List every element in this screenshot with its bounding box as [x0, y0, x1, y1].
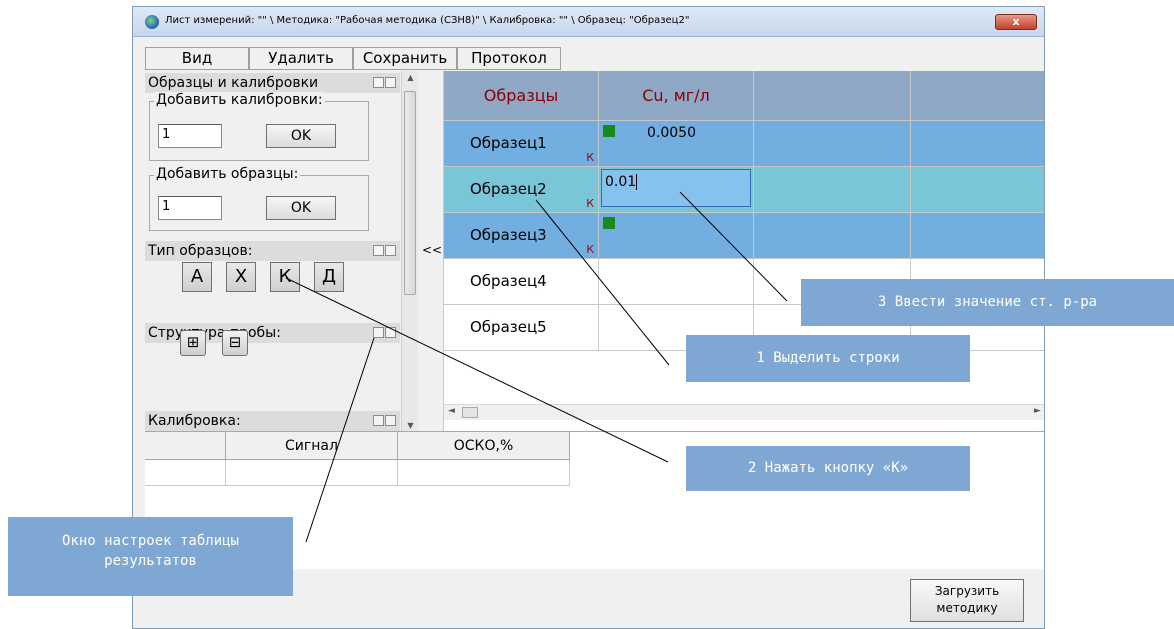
settings-panel: Образцы и калибровки Добавить калибровки… — [145, 71, 400, 434]
app-icon — [145, 15, 159, 29]
table-cell[interactable] — [911, 167, 1044, 213]
structure-section-title: Структура пробы: — [148, 325, 281, 341]
minimize-icon[interactable] — [373, 327, 384, 338]
samples-section-header: Образцы и калибровки — [145, 73, 400, 93]
close-icon[interactable] — [385, 327, 396, 338]
expand-icon[interactable]: ⊞ — [180, 330, 206, 356]
table-cell[interactable] — [911, 121, 1044, 167]
menu-view[interactable]: Вид — [145, 47, 249, 70]
title-bar[interactable]: Лист измерений: "" \ Методика: "Рабочая … — [133, 7, 1044, 37]
sample-name: Образец2 — [470, 180, 547, 198]
control-sample-mark: К — [586, 151, 594, 164]
menu-delete[interactable]: Удалить — [249, 47, 353, 70]
minimize-icon[interactable] — [373, 415, 384, 426]
col-header-osko[interactable]: ОСКО,% — [398, 432, 570, 460]
add-samples-ok-button[interactable]: OK — [266, 196, 336, 220]
table-cell[interactable] — [911, 213, 1044, 259]
scroll-up-icon[interactable]: ▲ — [402, 73, 419, 82]
sample-name: Образец5 — [470, 318, 547, 336]
type-section-title: Тип образцов: — [148, 243, 253, 259]
add-calibration-input[interactable]: 1 — [158, 124, 222, 148]
table-cell[interactable] — [754, 121, 911, 167]
control-sample-mark: К — [586, 197, 594, 210]
add-samples-label: Добавить образцы: — [154, 166, 301, 182]
cu-value-cell[interactable]: 0.01 — [599, 167, 754, 213]
add-calibration-group: Добавить калибровки: 1 OK — [149, 92, 369, 161]
collapse-icon[interactable]: ⊟ — [222, 330, 248, 356]
col-header-empty[interactable] — [145, 432, 226, 460]
type-section-header: Тип образцов: — [145, 241, 400, 261]
col-header-signal[interactable]: Сигнал — [226, 432, 398, 460]
scroll-thumb[interactable] — [462, 407, 478, 418]
cu-value-cell[interactable]: 0.0050 — [599, 121, 754, 167]
cu-value-text: 0.01 — [605, 174, 637, 190]
scroll-down-icon[interactable]: ▼ — [402, 421, 419, 430]
sample-type-button[interactable]: А — [182, 262, 212, 292]
table-row-name-cell[interactable]: Образец1 К — [444, 121, 599, 167]
sample-name: Образец4 — [470, 272, 547, 290]
cu-value-cell[interactable] — [599, 259, 754, 305]
callout-settings-text: Окно настроек таблицы результатов — [61, 533, 239, 569]
collapse-label: << — [422, 243, 443, 257]
cu-value-input[interactable]: 0.01 — [601, 169, 751, 207]
calibration-section-title: Калибровка: — [148, 413, 241, 429]
table-cell[interactable] — [398, 460, 570, 486]
col-header-empty[interactable] — [754, 71, 911, 121]
add-calibration-ok-button[interactable]: OK — [266, 124, 336, 148]
add-calibration-label: Добавить калибровки: — [154, 92, 325, 108]
text-caret — [636, 174, 638, 190]
close-icon[interactable] — [385, 245, 396, 256]
cu-value-text: 0.0050 — [647, 125, 696, 141]
table-cell[interactable] — [754, 213, 911, 259]
horizontal-scrollbar[interactable]: ◄ ► — [444, 404, 1044, 420]
close-button[interactable]: x — [995, 14, 1037, 30]
sample-name: Образец1 — [470, 134, 547, 152]
load-method-button[interactable]: Загрузить методику — [910, 579, 1024, 622]
table-row-name-cell[interactable]: Образец2 К — [444, 167, 599, 213]
add-samples-input[interactable]: 1 — [158, 196, 222, 220]
scroll-left-icon[interactable]: ◄ — [448, 406, 455, 416]
window-title: Лист измерений: "" \ Методика: "Рабочая … — [165, 15, 690, 26]
sample-type-button[interactable]: К — [270, 262, 300, 292]
samples-section-title: Образцы и калибровки — [148, 75, 319, 91]
add-samples-group: Добавить образцы: 1 OK — [149, 166, 369, 231]
menu-protocol[interactable]: Протокол — [457, 47, 561, 70]
sample-name: Образец3 — [470, 226, 547, 244]
close-icon[interactable] — [385, 77, 396, 88]
status-indicator-icon — [603, 125, 615, 137]
status-indicator-icon — [603, 217, 615, 229]
col-header-empty[interactable] — [911, 71, 1044, 121]
sample-type-button[interactable]: Д — [314, 262, 344, 292]
table-cell[interactable] — [754, 167, 911, 213]
cu-value-cell[interactable] — [599, 213, 754, 259]
col-header-samples[interactable]: Образцы — [444, 71, 599, 121]
collapse-panel-button[interactable]: << — [419, 71, 443, 434]
callout-settings: Окно настроек таблицы результатов — [8, 517, 293, 596]
sample-type-button[interactable]: Х — [226, 262, 256, 292]
callout-step1: 1 Выделить строки — [686, 335, 970, 382]
scroll-thumb[interactable] — [404, 91, 416, 295]
table-row-name-cell[interactable]: Образец3 К — [444, 213, 599, 259]
callout-step2: 2 Нажать кнопку «К» — [686, 446, 970, 491]
calibration-section-header: Калибровка: — [145, 411, 400, 431]
col-header-cu[interactable]: Cu, мг/л — [599, 71, 754, 121]
menu-save[interactable]: Сохранить — [353, 47, 457, 70]
table-row-name-cell[interactable]: Образец4 — [444, 259, 599, 305]
minimize-icon[interactable] — [373, 77, 384, 88]
table-cell[interactable] — [226, 460, 398, 486]
scroll-right-icon[interactable]: ► — [1034, 406, 1041, 416]
panel-scrollbar[interactable]: ▲ ▼ — [401, 71, 418, 434]
control-sample-mark: К — [586, 243, 594, 256]
table-row-name-cell[interactable]: Образец5 — [444, 305, 599, 351]
close-icon[interactable] — [385, 415, 396, 426]
table-cell[interactable] — [145, 460, 226, 486]
callout-step3: 3 Ввести значение ст. р-ра — [801, 279, 1174, 326]
minimize-icon[interactable] — [373, 245, 384, 256]
